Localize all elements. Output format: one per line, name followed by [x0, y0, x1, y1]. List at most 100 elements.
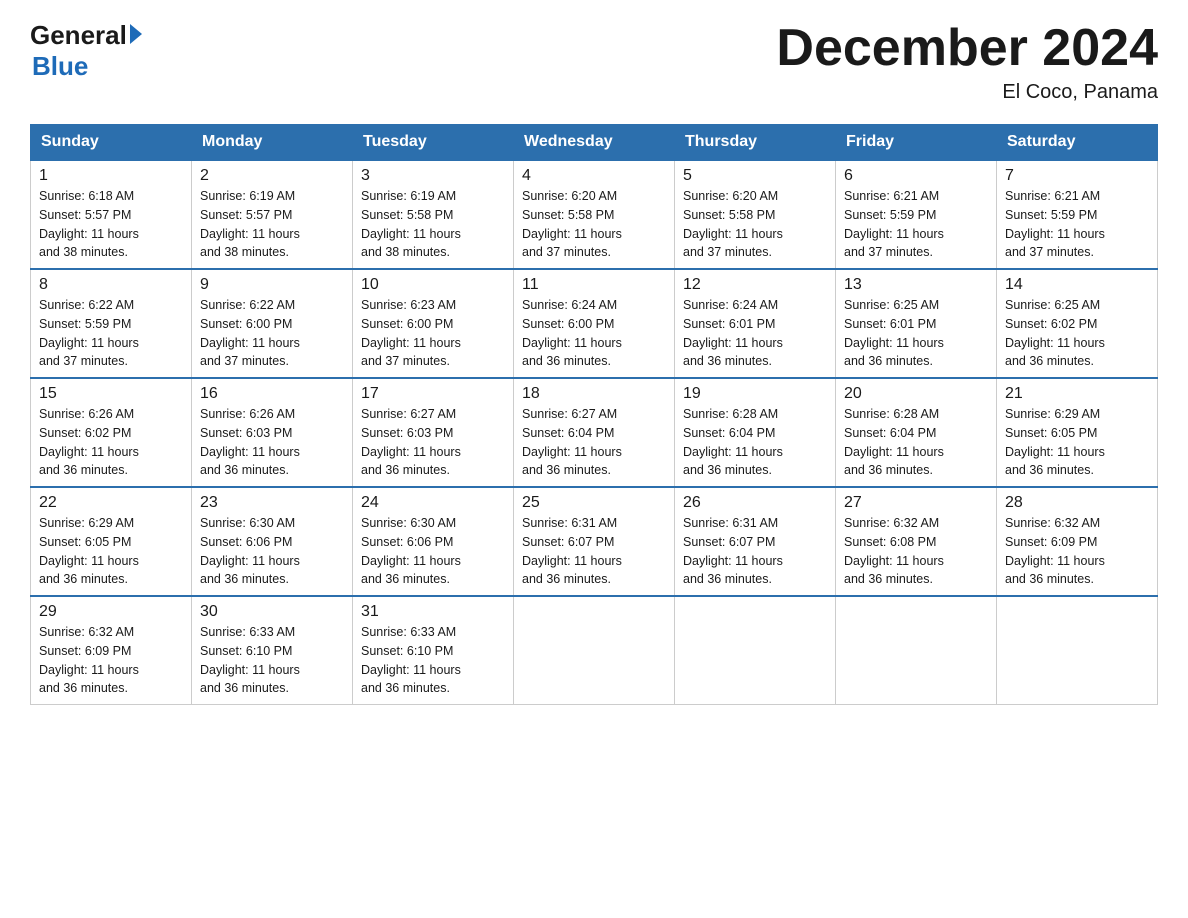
month-title: December 2024 — [776, 20, 1158, 77]
calendar-cell: 17 Sunrise: 6:27 AMSunset: 6:03 PMDayligh… — [353, 378, 514, 487]
page-header: General Blue December 2024 El Coco, Pana… — [30, 20, 1158, 104]
day-number: 4 — [522, 167, 666, 185]
day-info: Sunrise: 6:22 AMSunset: 5:59 PMDaylight:… — [39, 296, 183, 371]
day-number: 6 — [844, 167, 988, 185]
calendar-cell: 27 Sunrise: 6:32 AMSunset: 6:08 PMDayligh… — [836, 487, 997, 596]
day-number: 5 — [683, 167, 827, 185]
calendar-week-row: 8Sunrise: 6:22 AMSunset: 5:59 PMDaylight… — [31, 269, 1158, 378]
location-text: El Coco, Panama — [776, 81, 1158, 104]
day-number: 13 — [844, 276, 988, 294]
day-info: Sunrise: 6:33 AMSunset: 6:10 PMDaylight:… — [200, 623, 344, 698]
calendar-cell: 24 Sunrise: 6:30 AMSunset: 6:06 PMDayligh… — [353, 487, 514, 596]
day-info: Sunrise: 6:28 AMSunset: 6:04 PMDaylight:… — [844, 405, 988, 480]
calendar-cell: 9 Sunrise: 6:22 AMSunset: 6:00 PMDaylight… — [192, 269, 353, 378]
day-info: Sunrise: 6:32 AMSunset: 6:09 PMDaylight:… — [1005, 514, 1149, 589]
day-number: 12 — [683, 276, 827, 294]
day-number: 22 — [39, 494, 183, 512]
calendar-cell — [675, 596, 836, 705]
calendar-cell: 25Sunrise: 6:31 AMSunset: 6:07 PMDayligh… — [514, 487, 675, 596]
day-info: Sunrise: 6:33 AMSunset: 6:10 PMDaylight:… — [361, 623, 505, 698]
calendar-cell: 4Sunrise: 6:20 AMSunset: 5:58 PMDaylight… — [514, 160, 675, 269]
day-number: 18 — [522, 385, 666, 403]
calendar-cell: 7 Sunrise: 6:21 AMSunset: 5:59 PMDaylight… — [997, 160, 1158, 269]
calendar-cell — [514, 596, 675, 705]
weekday-header-tuesday: Tuesday — [353, 125, 514, 161]
day-info: Sunrise: 6:24 AMSunset: 6:00 PMDaylight:… — [522, 296, 666, 371]
day-info: Sunrise: 6:20 AMSunset: 5:58 PMDaylight:… — [683, 187, 827, 262]
day-number: 11 — [522, 276, 666, 294]
logo: General Blue — [30, 20, 142, 82]
calendar-week-row: 22 Sunrise: 6:29 AMSunset: 6:05 PMDayligh… — [31, 487, 1158, 596]
calendar-cell: 16Sunrise: 6:26 AMSunset: 6:03 PMDayligh… — [192, 378, 353, 487]
calendar-cell: 2 Sunrise: 6:19 AMSunset: 5:57 PMDaylight… — [192, 160, 353, 269]
day-number: 1 — [39, 167, 183, 185]
calendar-cell: 26 Sunrise: 6:31 AMSunset: 6:07 PMDayligh… — [675, 487, 836, 596]
day-number: 14 — [1005, 276, 1149, 294]
calendar-cell: 20 Sunrise: 6:28 AMSunset: 6:04 PMDayligh… — [836, 378, 997, 487]
day-info: Sunrise: 6:21 AMSunset: 5:59 PMDaylight:… — [1005, 187, 1149, 262]
calendar-cell — [836, 596, 997, 705]
logo-arrow-icon — [130, 24, 142, 44]
day-number: 24 — [361, 494, 505, 512]
day-info: Sunrise: 6:29 AMSunset: 6:05 PMDaylight:… — [1005, 405, 1149, 480]
weekday-header-monday: Monday — [192, 125, 353, 161]
calendar-week-row: 1Sunrise: 6:18 AMSunset: 5:57 PMDaylight… — [31, 160, 1158, 269]
calendar-cell — [997, 596, 1158, 705]
day-info: Sunrise: 6:27 AMSunset: 6:03 PMDaylight:… — [361, 405, 505, 480]
weekday-header-wednesday: Wednesday — [514, 125, 675, 161]
calendar-week-row: 29 Sunrise: 6:32 AMSunset: 6:09 PMDayligh… — [31, 596, 1158, 705]
day-number: 20 — [844, 385, 988, 403]
calendar-cell: 11 Sunrise: 6:24 AMSunset: 6:00 PMDayligh… — [514, 269, 675, 378]
day-info: Sunrise: 6:19 AMSunset: 5:57 PMDaylight:… — [200, 187, 344, 262]
weekday-header-thursday: Thursday — [675, 125, 836, 161]
logo-text: General — [30, 20, 142, 51]
day-number: 21 — [1005, 385, 1149, 403]
day-info: Sunrise: 6:23 AMSunset: 6:00 PMDaylight:… — [361, 296, 505, 371]
day-info: Sunrise: 6:25 AMSunset: 6:01 PMDaylight:… — [844, 296, 988, 371]
day-number: 2 — [200, 167, 344, 185]
day-info: Sunrise: 6:21 AMSunset: 5:59 PMDaylight:… — [844, 187, 988, 262]
calendar-cell: 3 Sunrise: 6:19 AMSunset: 5:58 PMDaylight… — [353, 160, 514, 269]
day-number: 7 — [1005, 167, 1149, 185]
day-number: 29 — [39, 603, 183, 621]
day-info: Sunrise: 6:31 AMSunset: 6:07 PMDaylight:… — [683, 514, 827, 589]
day-info: Sunrise: 6:32 AMSunset: 6:09 PMDaylight:… — [39, 623, 183, 698]
weekday-header-sunday: Sunday — [31, 125, 192, 161]
day-number: 26 — [683, 494, 827, 512]
day-info: Sunrise: 6:26 AMSunset: 6:02 PMDaylight:… — [39, 405, 183, 480]
weekday-header-friday: Friday — [836, 125, 997, 161]
day-number: 27 — [844, 494, 988, 512]
day-info: Sunrise: 6:30 AMSunset: 6:06 PMDaylight:… — [361, 514, 505, 589]
calendar-cell: 19Sunrise: 6:28 AMSunset: 6:04 PMDayligh… — [675, 378, 836, 487]
calendar-cell: 10 Sunrise: 6:23 AMSunset: 6:00 PMDayligh… — [353, 269, 514, 378]
day-number: 17 — [361, 385, 505, 403]
calendar-cell: 14 Sunrise: 6:25 AMSunset: 6:02 PMDayligh… — [997, 269, 1158, 378]
weekday-header-saturday: Saturday — [997, 125, 1158, 161]
calendar-week-row: 15 Sunrise: 6:26 AMSunset: 6:02 PMDayligh… — [31, 378, 1158, 487]
day-info: Sunrise: 6:24 AMSunset: 6:01 PMDaylight:… — [683, 296, 827, 371]
day-info: Sunrise: 6:31 AMSunset: 6:07 PMDaylight:… — [522, 514, 666, 589]
calendar-cell: 31 Sunrise: 6:33 AMSunset: 6:10 PMDayligh… — [353, 596, 514, 705]
calendar-cell: 5 Sunrise: 6:20 AMSunset: 5:58 PMDaylight… — [675, 160, 836, 269]
calendar-cell: 8Sunrise: 6:22 AMSunset: 5:59 PMDaylight… — [31, 269, 192, 378]
calendar-cell: 18Sunrise: 6:27 AMSunset: 6:04 PMDayligh… — [514, 378, 675, 487]
day-number: 15 — [39, 385, 183, 403]
day-info: Sunrise: 6:22 AMSunset: 6:00 PMDaylight:… — [200, 296, 344, 371]
day-info: Sunrise: 6:28 AMSunset: 6:04 PMDaylight:… — [683, 405, 827, 480]
day-info: Sunrise: 6:30 AMSunset: 6:06 PMDaylight:… — [200, 514, 344, 589]
weekday-header-row: SundayMondayTuesdayWednesdayThursdayFrid… — [31, 125, 1158, 161]
day-number: 3 — [361, 167, 505, 185]
day-info: Sunrise: 6:19 AMSunset: 5:58 PMDaylight:… — [361, 187, 505, 262]
day-info: Sunrise: 6:25 AMSunset: 6:02 PMDaylight:… — [1005, 296, 1149, 371]
day-info: Sunrise: 6:29 AMSunset: 6:05 PMDaylight:… — [39, 514, 183, 589]
day-number: 31 — [361, 603, 505, 621]
day-number: 9 — [200, 276, 344, 294]
calendar-cell: 21 Sunrise: 6:29 AMSunset: 6:05 PMDayligh… — [997, 378, 1158, 487]
day-number: 10 — [361, 276, 505, 294]
day-info: Sunrise: 6:32 AMSunset: 6:08 PMDaylight:… — [844, 514, 988, 589]
day-info: Sunrise: 6:26 AMSunset: 6:03 PMDaylight:… — [200, 405, 344, 480]
calendar-cell: 30Sunrise: 6:33 AMSunset: 6:10 PMDayligh… — [192, 596, 353, 705]
calendar-cell: 12 Sunrise: 6:24 AMSunset: 6:01 PMDayligh… — [675, 269, 836, 378]
title-area: December 2024 El Coco, Panama — [776, 20, 1158, 104]
calendar-cell: 28Sunrise: 6:32 AMSunset: 6:09 PMDayligh… — [997, 487, 1158, 596]
